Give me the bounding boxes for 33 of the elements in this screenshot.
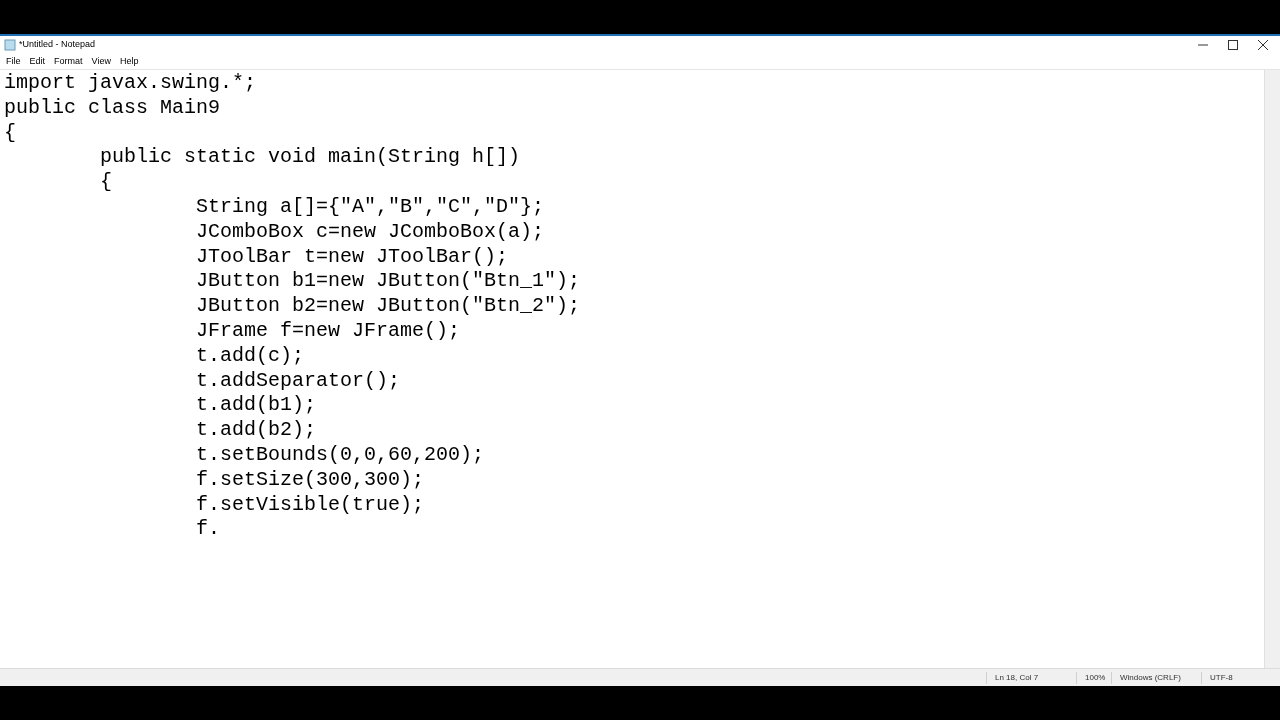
code-line: JFrame f=new JFrame();	[195, 318, 462, 344]
status-text: 100%	[1076, 671, 1111, 684]
status-text: Windows (CRLF)	[1111, 671, 1201, 684]
code-line: t.add(b1);	[195, 393, 318, 419]
code-line: f.setVisible(true);	[195, 492, 426, 518]
code-line: String a[]={"A","B","C","D"};	[195, 195, 546, 220]
code-line: {	[99, 170, 114, 195]
window-title: *Untitled - Notepad	[19, 38, 96, 52]
code-line: import javax.swing.*;	[4, 71, 258, 96]
notepad-icon	[4, 39, 16, 51]
code-line: t.add(c);	[195, 343, 306, 369]
code-line: JButton b1=new JButton("Btn_1");	[195, 269, 582, 295]
code-line: f.setSize(300,300);	[195, 467, 426, 493]
menu-item[interactable]: Format	[50, 54, 87, 69]
code-line: t.addSeparator();	[195, 368, 402, 394]
code-line: public class Main9	[4, 95, 222, 121]
menu-item[interactable]: Edit	[25, 54, 50, 69]
scrollbar[interactable]	[1264, 70, 1280, 668]
code-line: {	[4, 120, 17, 146]
close-icon	[1258, 40, 1268, 50]
menu-item[interactable]: File	[2, 54, 25, 69]
menu-item[interactable]: View	[87, 54, 115, 69]
status-text: UTF-8	[1201, 671, 1261, 684]
status-text: Ln 18, Col 7	[986, 671, 1076, 684]
menu-item[interactable]: Help	[115, 54, 143, 69]
code-line: public static void main(String h[])	[99, 145, 522, 171]
code-line: JButton b2=new JButton("Btn_2");	[195, 294, 582, 319]
maximize-icon	[1228, 40, 1238, 50]
code-line: t.add(b2);	[195, 418, 318, 443]
code-line: JToolBar t=new JToolBar();	[195, 244, 510, 270]
code-line: JComboBox c=new JComboBox(a);	[195, 219, 546, 245]
code-line: f.	[195, 517, 222, 543]
code-line: t.setBounds(0,0,60,200);	[195, 442, 486, 468]
